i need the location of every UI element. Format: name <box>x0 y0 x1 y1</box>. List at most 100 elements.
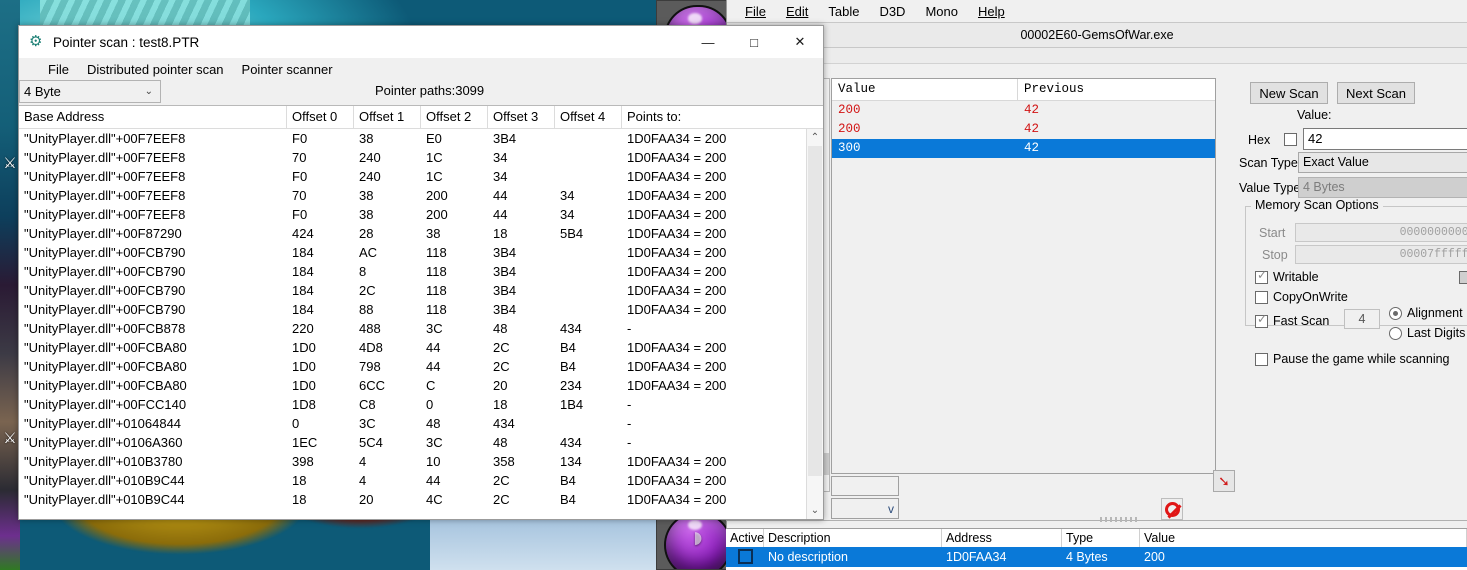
table-row[interactable]: "UnityPlayer.dll"+00FCB790 184 AC 118 3B4 1D0… <box>19 243 823 262</box>
stop-address-input[interactable]: 00007fffffffffff <box>1295 245 1467 264</box>
base-address-cell: "UnityPlayer.dll"+00FCB790 <box>24 245 186 260</box>
table-row[interactable]: "UnityPlayer.dll"+00F87290 424 28 38 18 5B4 1D… <box>19 224 823 243</box>
table-row[interactable]: "UnityPlayer.dll"+010B9C44 18 20 4C 2C B4 1D0F… <box>19 490 823 509</box>
pause-game-option[interactable]: Pause the game while scanning <box>1255 352 1450 366</box>
points-to-cell: - <box>627 435 632 450</box>
pointer-scan-titlebar[interactable]: ⚙ Pointer scan : test8.PTR — □ ✕ <box>19 26 823 58</box>
table-row[interactable]: "UnityPlayer.dll"+010B3780 398 4 10 358 134 1D… <box>19 452 823 471</box>
copyonwrite-option[interactable]: CopyOnWrite <box>1255 290 1348 304</box>
scan-value-input[interactable]: 42 <box>1303 128 1467 150</box>
table-row[interactable]: "UnityPlayer.dll"+00F7EEF8 F0 240 1C 34 1D0FA… <box>19 167 823 186</box>
table-row[interactable]: No description 1D0FAA34 4 Bytes 200 <box>726 547 1467 567</box>
menu-file[interactable]: File <box>735 2 776 21</box>
scan-result-previous: 42 <box>1024 103 1040 117</box>
column-header-value[interactable]: Value <box>832 79 1018 100</box>
scan-result-row[interactable]: 200 42 <box>832 101 1215 120</box>
new-scan-button[interactable]: New Scan <box>1250 82 1328 104</box>
offset-4-cell: B4 <box>560 473 576 488</box>
column-header-active[interactable]: Active <box>726 529 764 547</box>
menu-pointer-scanner[interactable]: Pointer scanner <box>233 60 342 79</box>
active-checkbox[interactable] <box>737 549 753 564</box>
offset-2-cell: 3C <box>426 321 443 336</box>
scan-result-row[interactable]: 300 42 <box>832 139 1215 158</box>
table-row[interactable]: "UnityPlayer.dll"+00FCC140 1D8 C8 0 18 1B4 - <box>19 395 823 414</box>
table-row[interactable]: "UnityPlayer.dll"+00F7EEF8 70 38 200 44 34 1D0… <box>19 186 823 205</box>
offset-0-cell: 0 <box>292 416 300 431</box>
last-digits-option[interactable]: Last Digits <box>1389 326 1465 340</box>
scan-type-select[interactable]: Exact Value <box>1298 152 1467 173</box>
table-row[interactable]: "UnityPlayer.dll"+00FCB790 184 8 118 3B4 1D0F… <box>19 262 823 281</box>
table-row[interactable]: "UnityPlayer.dll"+00FCB878 220 488 3C 48 434 - <box>19 319 823 338</box>
column-header-points-to[interactable]: Points to: <box>622 106 742 128</box>
menu-edit[interactable]: Edit <box>776 2 818 21</box>
table-row[interactable]: "UnityPlayer.dll"+00F7EEF8 70 240 1C 34 1D0FA… <box>19 148 823 167</box>
value-type-select[interactable]: 4 Bytes <box>1298 177 1467 198</box>
column-header-offset-2[interactable]: Offset 2 <box>421 106 488 128</box>
base-address-cell: "UnityPlayer.dll"+00FCC140 <box>24 397 187 412</box>
table-row[interactable]: "UnityPlayer.dll"+00FCB790 184 2C 118 3B4 1D0… <box>19 281 823 300</box>
executable-option[interactable]: Executa <box>1459 270 1467 284</box>
copyonwrite-checkbox[interactable] <box>1255 290 1268 304</box>
no-entry-icon[interactable] <box>1161 498 1183 520</box>
writable-option[interactable]: Writable <box>1255 268 1319 284</box>
fast-scan-option[interactable]: Fast Scan <box>1255 312 1329 328</box>
scroll-up-icon[interactable]: ⌃ <box>807 129 823 146</box>
pause-game-checkbox[interactable] <box>1255 352 1268 366</box>
cheat-address-table[interactable]: Active Description Address Type Value No… <box>726 528 1467 570</box>
start-address-input[interactable]: 0000000000000000 <box>1295 223 1467 242</box>
column-header-offset-1[interactable]: Offset 1 <box>354 106 421 128</box>
column-header-value[interactable]: Value <box>1140 529 1467 547</box>
column-header-address[interactable]: Address <box>942 529 1062 547</box>
column-header-type[interactable]: Type <box>1062 529 1140 547</box>
table-row[interactable]: "UnityPlayer.dll"+00FCBA80 1D0 6CC C 20 234 1D… <box>19 376 823 395</box>
hex-checkbox[interactable] <box>1284 133 1297 146</box>
table-row[interactable]: "UnityPlayer.dll"+00F7EEF8 F0 38 200 44 34 1D0… <box>19 205 823 224</box>
table-row[interactable]: "UnityPlayer.dll"+00FCB790 184 88 118 3B4 1D0… <box>19 300 823 319</box>
column-header-description[interactable]: Description <box>764 529 942 547</box>
column-header-base-address[interactable]: Base Address <box>19 106 287 128</box>
menu-file[interactable]: File <box>39 60 78 79</box>
fast-scan-checkbox[interactable] <box>1255 312 1268 328</box>
minimize-button[interactable]: — <box>685 26 731 58</box>
column-header-previous[interactable]: Previous <box>1018 79 1215 100</box>
table-row[interactable]: "UnityPlayer.dll"+010B9C44 18 4 44 2C B4 1D0FA… <box>19 471 823 490</box>
writable-checkbox[interactable] <box>1255 268 1268 284</box>
alignment-radio[interactable] <box>1389 306 1402 320</box>
menu-mono[interactable]: Mono <box>915 2 968 21</box>
table-row[interactable]: "UnityPlayer.dll"+01064844 0 3C 48 434 - <box>19 414 823 433</box>
close-button[interactable]: ✕ <box>777 26 823 58</box>
found-list-combo[interactable]: v <box>831 498 899 519</box>
offset-1-cell: 4 <box>359 473 367 488</box>
offset-1-cell: 4 <box>359 454 367 469</box>
table-row[interactable]: "UnityPlayer.dll"+00F7EEF8 F0 38 E0 3B4 1D0FA… <box>19 129 823 148</box>
menu-table[interactable]: Table <box>818 2 869 21</box>
pointer-paths-list[interactable]: Base Address Offset 0 Offset 1 Offset 2 … <box>19 105 823 519</box>
executable-checkbox[interactable] <box>1459 270 1467 284</box>
menu-d3d[interactable]: D3D <box>869 2 915 21</box>
red-pointer-arrow-icon[interactable]: ➘ <box>1213 470 1235 492</box>
maximize-button[interactable]: □ <box>731 26 777 58</box>
table-row[interactable]: "UnityPlayer.dll"+0106A360 1EC 5C4 3C 48 434 - <box>19 433 823 452</box>
column-header-offset-4[interactable]: Offset 4 <box>555 106 622 128</box>
active-checkbox-cell[interactable] <box>726 547 764 567</box>
column-header-offset-3[interactable]: Offset 3 <box>488 106 555 128</box>
pointer-list-scrollbar[interactable]: ⌃ ⌄ <box>806 129 823 519</box>
value-type-combo[interactable]: 4 Byte ⌄ <box>19 80 161 103</box>
last-digits-radio[interactable] <box>1389 326 1402 340</box>
scan-results-list[interactable]: Value Previous 200 42 200 42 300 42 <box>831 78 1216 474</box>
resize-grip[interactable] <box>1100 517 1140 522</box>
alignment-option[interactable]: Alignment <box>1389 306 1463 320</box>
menu-help[interactable]: Help <box>968 2 1015 21</box>
scan-result-previous: 42 <box>1024 122 1040 136</box>
table-row[interactable]: "UnityPlayer.dll"+00FCBA80 1D0 798 44 2C B4 1D… <box>19 357 823 376</box>
column-header-offset-0[interactable]: Offset 0 <box>287 106 354 128</box>
pointer-paths-rows: "UnityPlayer.dll"+00F7EEF8 F0 38 E0 3B4 1D0FA… <box>19 129 823 509</box>
table-row[interactable]: "UnityPlayer.dll"+00FCBA80 1D0 4D8 44 2C B4 1D… <box>19 338 823 357</box>
next-scan-button[interactable]: Next Scan <box>1337 82 1415 104</box>
scroll-down-icon[interactable]: ⌄ <box>807 502 823 519</box>
fast-scan-value-input[interactable]: 4 <box>1344 309 1380 329</box>
attached-process-label[interactable]: 00002E60-GemsOfWar.exe <box>727 22 1467 48</box>
menu-distributed-pointer-scan[interactable]: Distributed pointer scan <box>78 60 233 79</box>
scrollbar-thumb[interactable] <box>808 146 822 476</box>
scan-result-row[interactable]: 200 42 <box>832 120 1215 139</box>
